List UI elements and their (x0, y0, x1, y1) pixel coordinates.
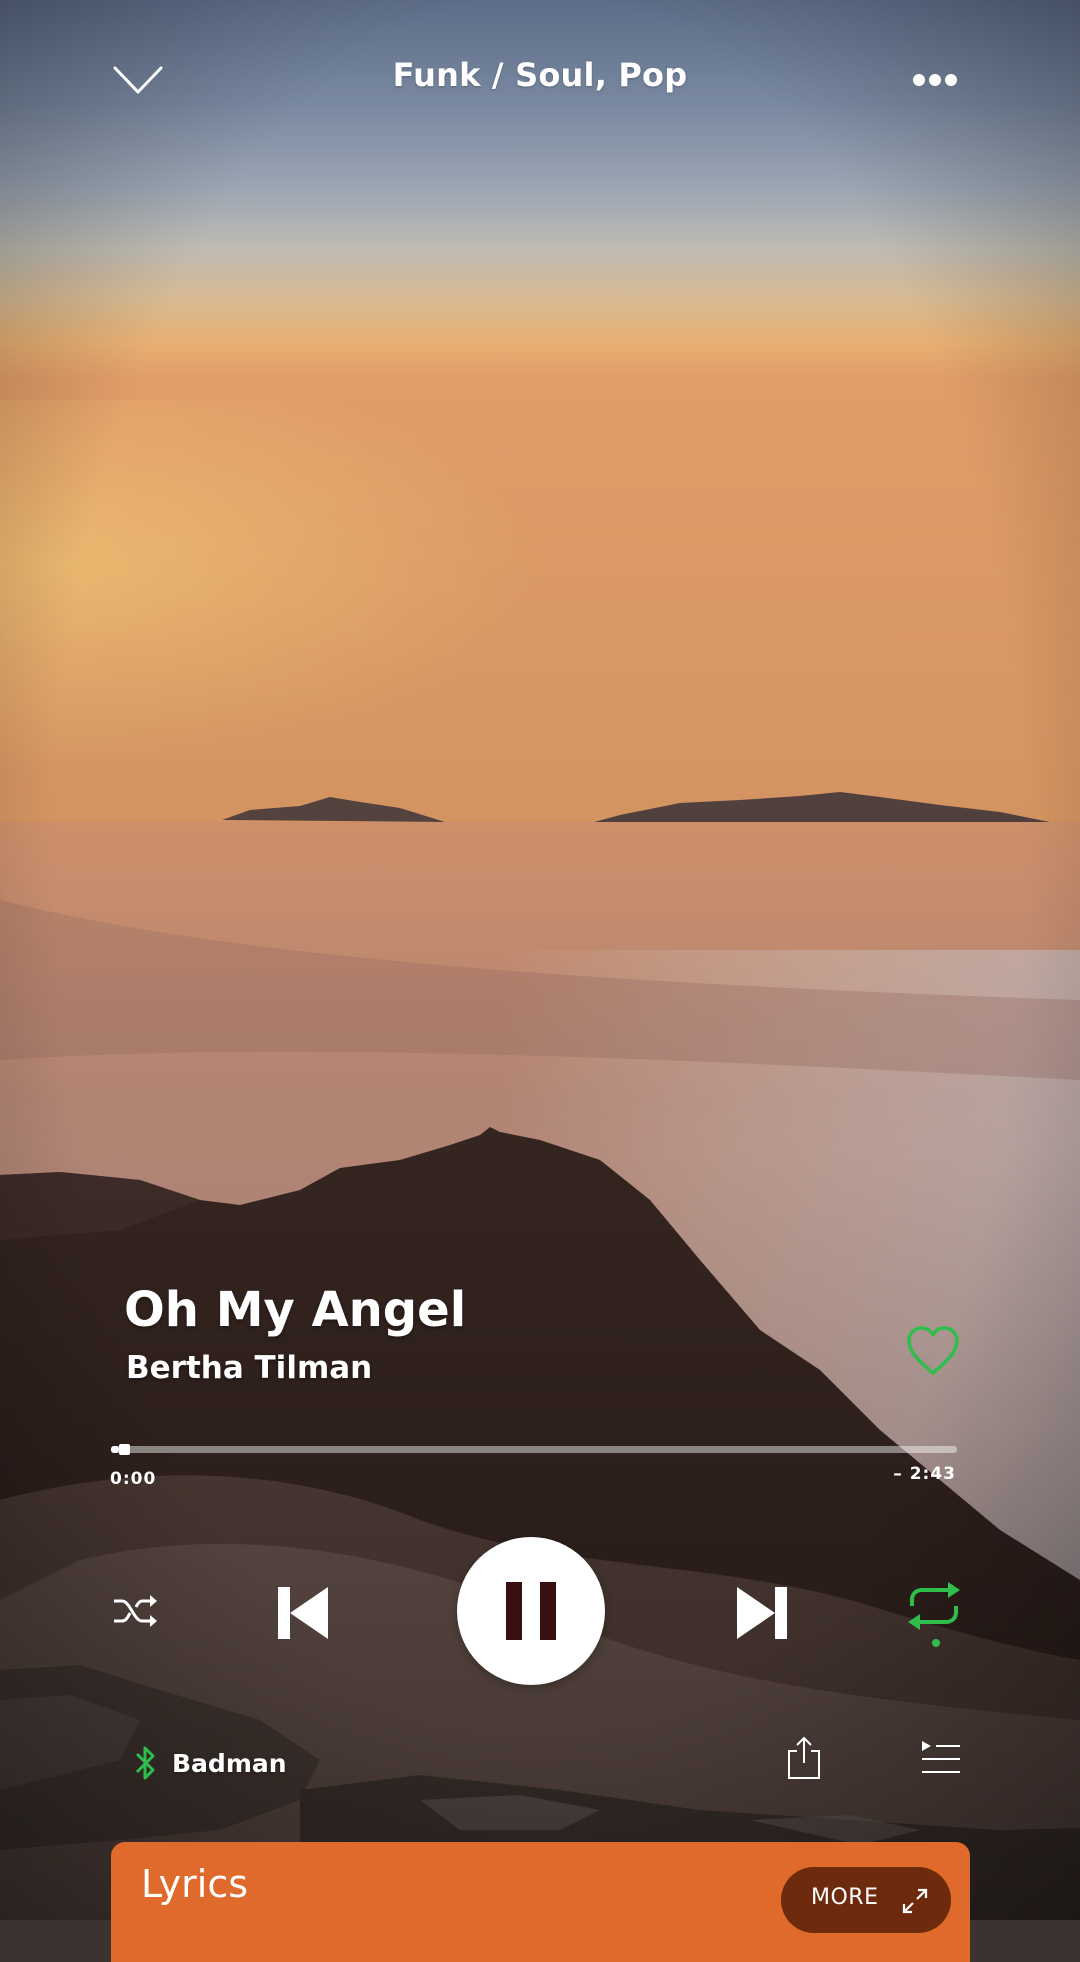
share-icon[interactable] (786, 1735, 822, 1781)
lyrics-card[interactable]: Lyrics MORE (111, 1842, 970, 1962)
bluetooth-icon (135, 1746, 155, 1780)
track-title: Oh My Angel (124, 1282, 467, 1338)
queue-icon[interactable] (920, 1739, 962, 1777)
more-button-label: MORE (811, 1885, 879, 1910)
pause-icon-bar (540, 1582, 556, 1640)
progress-handle[interactable] (119, 1444, 130, 1455)
track-artist[interactable]: Bertha Tilman (126, 1350, 372, 1386)
device-name[interactable]: Badman (172, 1749, 287, 1778)
more-horizontal-icon[interactable] (912, 72, 958, 88)
expand-icon (902, 1888, 928, 1914)
elapsed-time: 0:00 (110, 1469, 157, 1489)
shuffle-icon[interactable] (112, 1593, 158, 1629)
heart-icon[interactable] (905, 1325, 961, 1377)
progress-bar[interactable] (111, 1444, 957, 1455)
progress-fill (111, 1446, 119, 1453)
skip-previous-icon[interactable] (276, 1585, 330, 1641)
more-button[interactable]: MORE (781, 1867, 951, 1933)
repeat-icon[interactable] (904, 1580, 964, 1648)
lyrics-title: Lyrics (141, 1862, 249, 1906)
skip-next-icon[interactable] (735, 1585, 789, 1641)
remaining-time: – 2:43 (893, 1464, 956, 1484)
pause-icon (506, 1582, 522, 1640)
pause-button[interactable] (457, 1537, 605, 1685)
